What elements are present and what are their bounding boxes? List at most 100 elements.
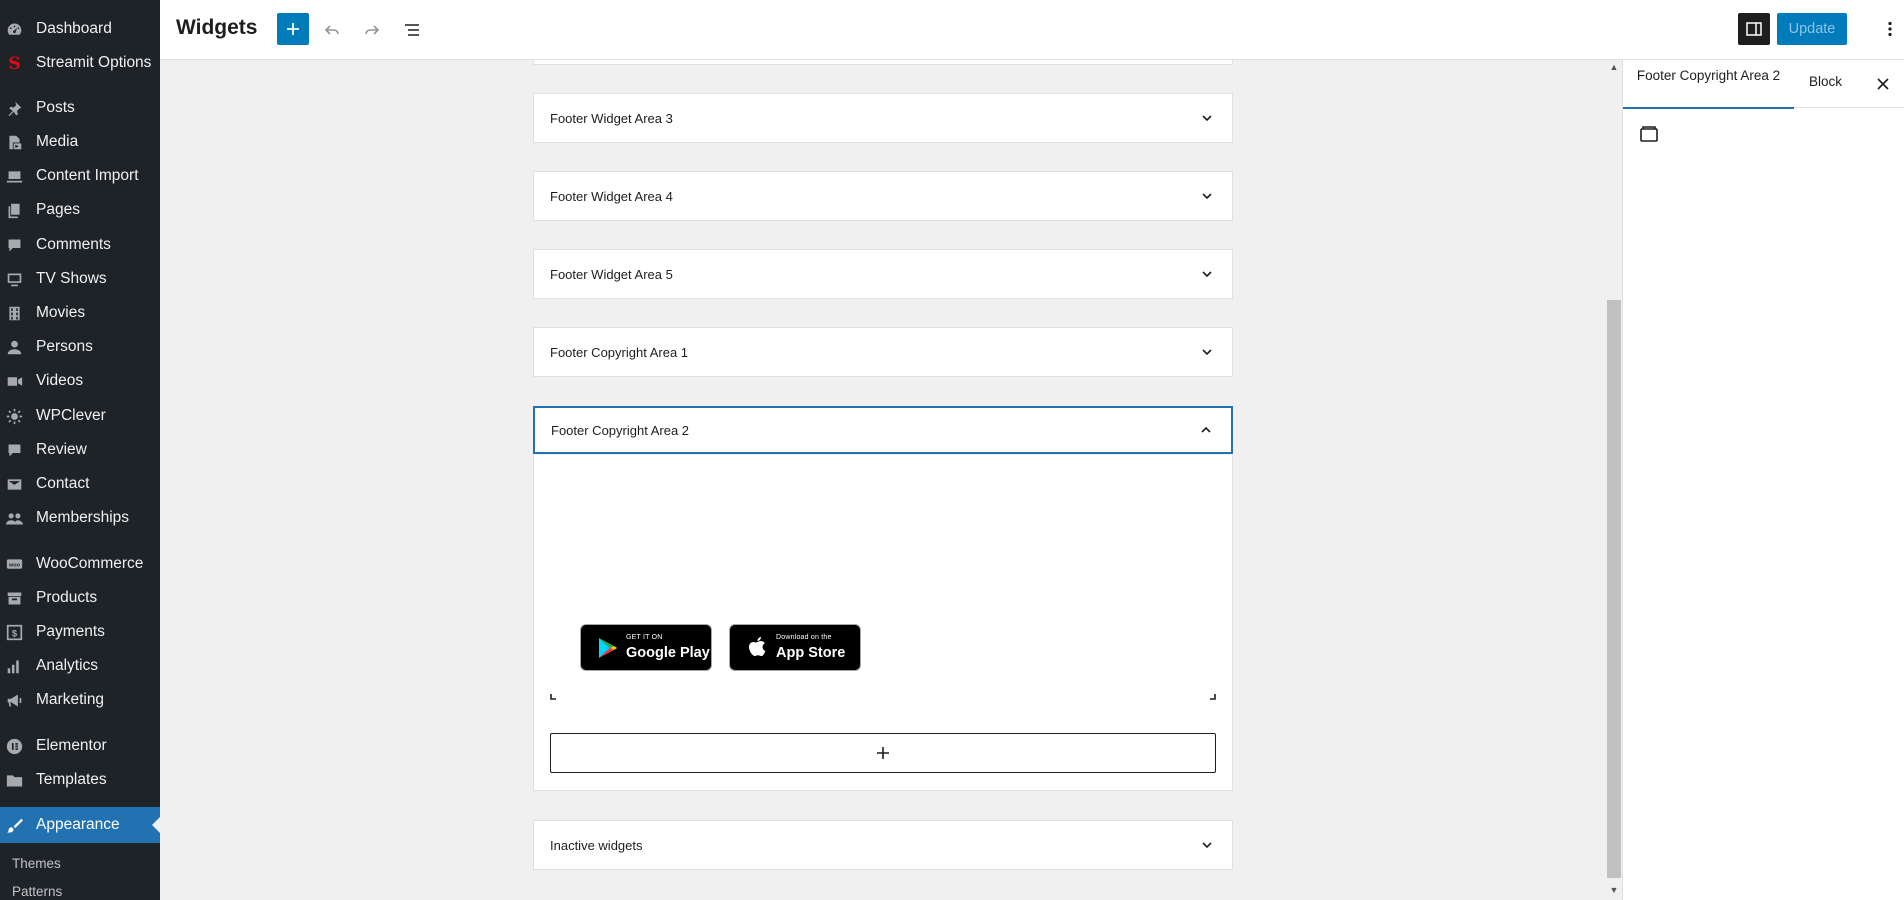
sidebar-item-streamit-options[interactable]: S Streamit Options [0,46,160,80]
sidebar-item-elementor[interactable]: Elementor [0,729,160,763]
elementor-icon [6,738,23,755]
import-icon [6,168,23,185]
chevron-up-icon[interactable] [1199,423,1213,437]
sidebar-item-dashboard[interactable]: Dashboard [0,12,160,46]
sidebar-item-wpclever[interactable]: WPClever [0,399,160,433]
person-icon [6,339,23,356]
widget-area-footer-4[interactable]: Footer Widget Area 4 [533,171,1233,221]
widget-area-inactive[interactable]: Inactive widgets [533,820,1233,870]
brush-icon [6,817,23,834]
app-store-badge[interactable]: Download on the App Store [729,624,861,671]
widget-area-footer-3[interactable]: Footer Widget Area 3 [533,93,1233,143]
sidebar-item-videos[interactable]: Videos [0,364,160,398]
pin-icon [6,100,23,117]
sidebar-item-label: Templates [36,771,107,788]
sidebar-item-products[interactable]: Products [0,581,160,615]
chevron-down-icon[interactable] [1200,345,1214,359]
sidebar-item-payments[interactable]: $ Payments [0,615,160,649]
sidebar-item-label: Posts [36,99,75,116]
sidebar-item-marketing[interactable]: Marketing [0,683,160,717]
block-appender-button[interactable] [550,733,1216,773]
sidebar-item-label: Videos [36,372,84,389]
redo-icon [365,25,380,35]
chevron-down-icon[interactable] [1200,838,1214,852]
sidebar-item-movies[interactable]: Movies [0,296,160,330]
widget-area-partial [533,60,1233,65]
apple-icon [749,637,766,656]
sidebar-item-appearance[interactable]: Appearance [0,807,160,843]
sidebar-item-contact[interactable]: Contact [0,467,160,501]
streamit-logo-icon: S [8,53,21,74]
sidebar-item-label: Payments [36,623,105,640]
sidebar-item-label: Movies [36,304,86,321]
tab-widget-area[interactable]: Footer Copyright Area 2 [1623,60,1794,109]
close-icon[interactable] [1873,74,1893,94]
sidebar-item-label: Memberships [36,509,130,526]
submenu-item-patterns[interactable]: Patterns [12,884,62,899]
sidebar-item-label: Elementor [36,737,107,754]
sidebar-item-label: Marketing [36,691,105,708]
sidebar-item-woocommerce[interactable]: woo WooCommerce [0,547,160,581]
sidebar-item-memberships[interactable]: Memberships [0,501,160,535]
sidebar-item-persons[interactable]: Persons [0,330,160,364]
editor-header: Widgets Update [160,0,1904,60]
dashboard-icon [6,21,23,38]
chevron-down-icon[interactable] [1200,189,1214,203]
sidebar-item-label: Appearance [36,816,120,833]
widget-area-footer-5[interactable]: Footer Widget Area 5 [533,249,1233,299]
badge-small-text: GET IT ON [626,634,663,641]
review-icon [6,442,23,459]
undo-button[interactable] [314,12,350,48]
sidebar-item-media[interactable]: Media [0,125,160,159]
sidebar-item-label: Content Import [36,167,139,184]
list-view-icon [405,24,419,36]
widget-area-title: Footer Widget Area 5 [550,266,673,282]
sidebar-item-review[interactable]: Review [0,433,160,467]
update-button[interactable]: Update [1777,13,1847,45]
pages-icon [6,202,23,219]
sidebar-item-analytics[interactable]: Analytics [0,649,160,683]
list-view-button[interactable] [394,12,430,48]
sidebar-item-posts[interactable]: Posts [0,91,160,125]
resize-handle-right[interactable] [1210,694,1216,700]
sidebar-item-content-import[interactable]: Content Import [0,159,160,193]
widget-area-copyright-2[interactable]: Footer Copyright Area 2 [533,406,1233,454]
archive-icon [6,590,23,607]
sidebar-item-label: Products [36,589,98,606]
add-block-button[interactable] [277,13,309,45]
settings-toggle-button[interactable] [1738,13,1770,45]
plus-icon [287,23,299,35]
resize-handle-left[interactable] [550,694,556,700]
sidebar-item-tv-shows[interactable]: TV Shows [0,262,160,296]
page-title: Widgets [176,16,258,39]
sidebar-item-comments[interactable]: Comments [0,228,160,262]
redo-button[interactable] [354,12,390,48]
sidebar-item-label: Streamit Options [36,54,152,71]
widget-area-title: Footer Copyright Area 2 [551,422,690,438]
chevron-down-icon[interactable] [1200,111,1214,125]
tab-block[interactable]: Block [1809,74,1842,89]
mail-icon [6,476,23,493]
chevron-down-icon[interactable] [1200,267,1214,281]
options-menu-button[interactable] [1872,11,1904,47]
active-menu-arrow [152,817,160,833]
film-icon [6,305,23,322]
scroll-up-arrow[interactable]: ▲ [1609,62,1619,72]
scrollbar-thumb[interactable] [1607,300,1621,878]
dollar-icon: $ [6,624,23,641]
folder-icon [6,772,23,789]
sidebar-item-label: WooCommerce [36,555,144,572]
sidebar-item-label: WPClever [36,407,106,424]
google-play-badge[interactable]: GET IT ON Google Play [580,624,712,671]
sidebar-item-pages[interactable]: Pages [0,193,160,227]
scroll-down-arrow[interactable]: ▼ [1609,885,1619,895]
megaphone-icon [6,692,23,709]
submenu-item-themes[interactable]: Themes [12,856,61,871]
widget-area-content: GET IT ON Google Play Download on the Ap… [533,455,1233,791]
sidebar-panel-icon [1746,22,1762,36]
widget-area-copyright-1[interactable]: Footer Copyright Area 1 [533,327,1233,377]
sidebar-item-templates[interactable]: Templates [0,763,160,797]
google-play-icon [599,638,617,658]
svg-text:$: $ [12,628,18,638]
woo-icon: woo [6,556,23,573]
